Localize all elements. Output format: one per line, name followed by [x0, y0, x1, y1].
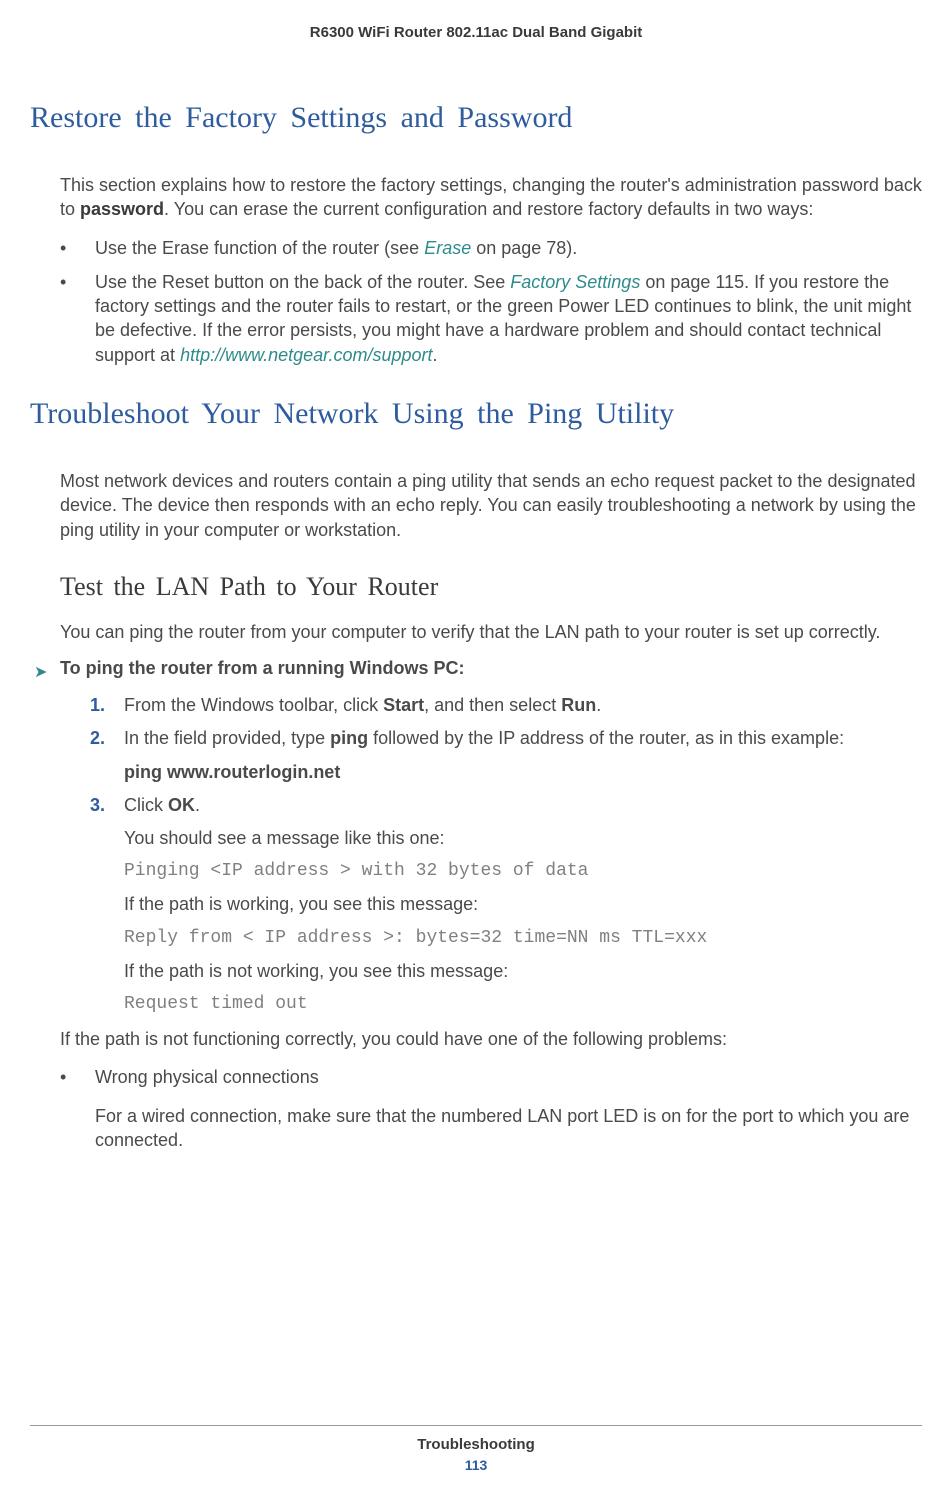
- text: If the path is not working, you see this…: [124, 959, 922, 984]
- code-pinging: Pinging <IP address > with 32 bytes of d…: [124, 859, 922, 884]
- page-header: R6300 WiFi Router 802.11ac Dual Band Gig…: [0, 0, 952, 41]
- text: followed by the IP address of the router…: [368, 728, 844, 748]
- text: . You can erase the current configuratio…: [164, 199, 813, 219]
- ping-example: ping www.routerlogin.net: [124, 762, 340, 782]
- text: , and then select: [424, 695, 561, 715]
- link-factory-settings[interactable]: Factory Settings: [510, 272, 640, 292]
- section2-intro: Most network devices and routers contain…: [60, 469, 922, 542]
- problem-title: Wrong physical connections: [95, 1065, 922, 1089]
- bold-run: Run: [561, 695, 596, 715]
- procedure-heading: ➤ To ping the router from a running Wind…: [60, 658, 922, 679]
- procedure-steps: From the Windows toolbar, click Start, a…: [90, 693, 922, 1017]
- subsection-heading-lan-path: Test the LAN Path to Your Router: [60, 572, 922, 602]
- list-item: Use the Reset button on the back of the …: [60, 270, 922, 367]
- text: In the field provided, type: [124, 728, 330, 748]
- text: .: [596, 695, 601, 715]
- text: Most network devices and routers contain…: [60, 469, 922, 542]
- link-support-url[interactable]: http://www.netgear.com/support: [180, 345, 432, 365]
- problems-list: Wrong physical connections For a wired c…: [60, 1065, 922, 1152]
- step-3: Click OK. You should see a message like …: [90, 793, 922, 1017]
- bold-ok: OK: [168, 795, 195, 815]
- procedure-arrow-icon: ➤: [34, 662, 47, 682]
- bold-start: Start: [383, 695, 424, 715]
- text: If the path is not functioning correctly…: [60, 1027, 922, 1051]
- page-content: Restore the Factory Settings and Passwor…: [0, 41, 952, 1152]
- step-1: From the Windows toolbar, click Start, a…: [90, 693, 922, 718]
- procedure-title: To ping the router from a running Window…: [60, 658, 464, 678]
- bold-password: password: [80, 199, 164, 219]
- subsection-intro: You can ping the router from your comput…: [60, 620, 922, 644]
- problem-text: For a wired connection, make sure that t…: [95, 1104, 922, 1153]
- footer-page-number: 113: [30, 1457, 922, 1473]
- text: Click: [124, 795, 168, 815]
- text: on page 78).: [471, 238, 577, 258]
- problems-intro: If the path is not functioning correctly…: [60, 1027, 922, 1051]
- list-item: Use the Erase function of the router (se…: [60, 236, 922, 260]
- text: Use the Erase function of the router (se…: [95, 238, 424, 258]
- bold-ping: ping: [330, 728, 368, 748]
- text: .: [195, 795, 200, 815]
- link-erase[interactable]: Erase: [424, 238, 471, 258]
- text: You should see a message like this one:: [124, 826, 922, 851]
- text: If the path is working, you see this mes…: [124, 892, 922, 917]
- text: From the Windows toolbar, click: [124, 695, 383, 715]
- step-2: In the field provided, type ping followe…: [90, 726, 922, 784]
- code-timeout: Request timed out: [124, 992, 922, 1017]
- section-heading-restore: Restore the Factory Settings and Passwor…: [30, 101, 922, 135]
- text: You can ping the router from your comput…: [60, 620, 922, 644]
- footer-chapter: Troubleshooting: [30, 1436, 922, 1453]
- list-item: Wrong physical connections For a wired c…: [60, 1065, 922, 1152]
- text: .: [433, 345, 438, 365]
- text: Use the Reset button on the back of the …: [95, 272, 510, 292]
- section-heading-troubleshoot: Troubleshoot Your Network Using the Ping…: [30, 397, 922, 431]
- section1-intro: This section explains how to restore the…: [60, 173, 922, 222]
- code-reply: Reply from < IP address >: bytes=32 time…: [124, 926, 922, 951]
- page-footer: Troubleshooting 113: [30, 1425, 922, 1473]
- restore-bullet-list: Use the Erase function of the router (se…: [60, 236, 922, 367]
